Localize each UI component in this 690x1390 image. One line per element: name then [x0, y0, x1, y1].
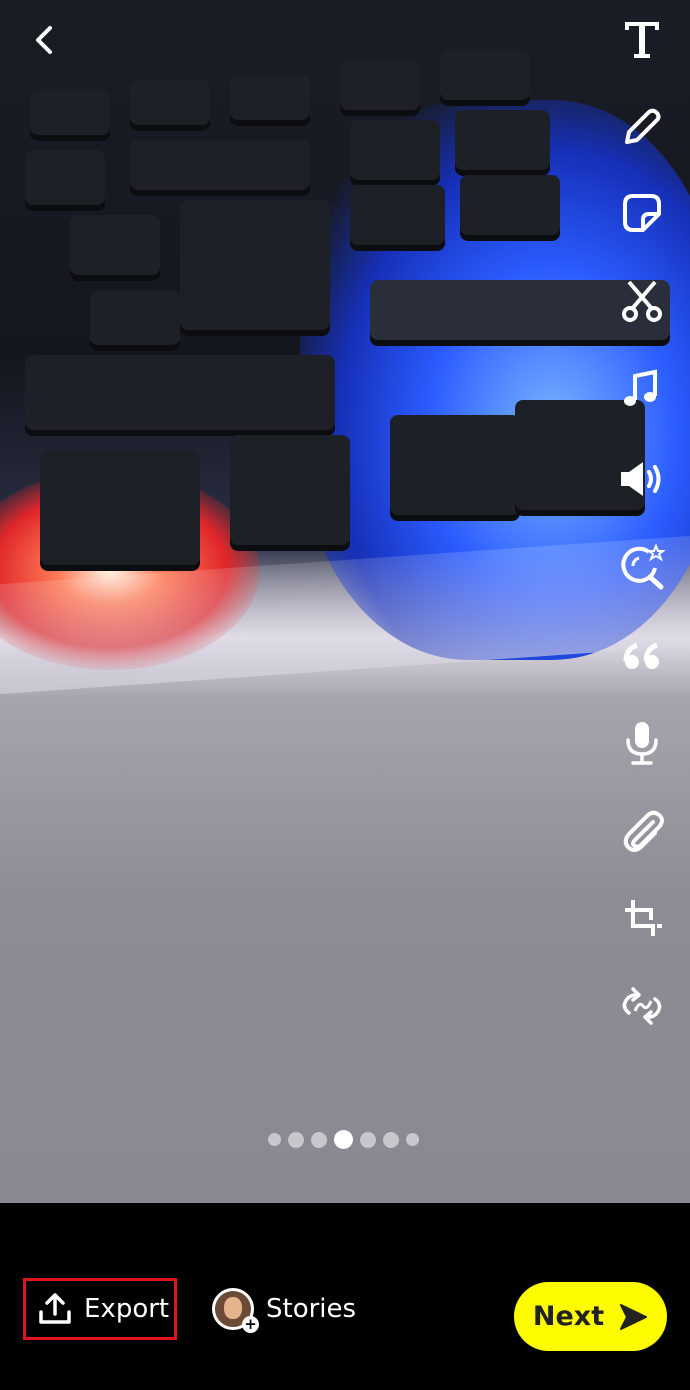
music-tool-button[interactable]: [612, 364, 672, 414]
plus-icon: +: [242, 1316, 259, 1333]
page-dot[interactable]: [268, 1133, 281, 1146]
page-indicator: [268, 1130, 419, 1149]
photo-key: [180, 200, 330, 330]
bitmoji-face: [224, 1297, 242, 1319]
lens-search-star-icon: [621, 544, 665, 590]
photo-key: [350, 120, 440, 180]
photo-key: [455, 110, 550, 170]
voice-tool-button[interactable]: [612, 718, 672, 768]
quote-icon: [623, 642, 659, 669]
attach-tool-button[interactable]: [612, 806, 672, 856]
lens-tool-button[interactable]: [612, 542, 672, 592]
photo-key: [90, 290, 180, 345]
sticker-tool-button[interactable]: [612, 188, 672, 238]
photo-key: [130, 80, 210, 125]
crop-tool-button[interactable]: [612, 894, 672, 944]
page-dot[interactable]: [311, 1131, 327, 1148]
photo-key: [25, 150, 105, 205]
loop-tool-button[interactable]: [612, 981, 672, 1031]
photo-key: [70, 215, 160, 275]
microphone-icon: [626, 722, 658, 765]
send-arrow-icon: [620, 1303, 648, 1330]
avatar: +: [212, 1288, 259, 1333]
upload-icon: [39, 1293, 71, 1324]
text-tool-button[interactable]: [612, 14, 672, 64]
stories-label: Stories: [266, 1294, 357, 1324]
next-label: Next: [532, 1301, 605, 1332]
chevron-left-icon: [36, 26, 52, 54]
loop-icon: [622, 987, 662, 1025]
photo-key: [390, 415, 520, 515]
sound-tool-button[interactable]: [612, 454, 672, 504]
page-dot[interactable]: [288, 1131, 304, 1148]
crop-icon: [625, 900, 662, 936]
pencil-icon: [625, 108, 661, 144]
photo-key: [230, 75, 310, 120]
page-dot[interactable]: [383, 1131, 399, 1148]
text-icon: [625, 22, 659, 58]
photo-key: [30, 90, 110, 135]
export-label: Export: [84, 1294, 170, 1324]
snap-photo-preview: [0, 0, 690, 1203]
photo-key: [25, 355, 335, 430]
scissors-tool-button[interactable]: [612, 276, 672, 326]
page-dot-active[interactable]: [334, 1130, 353, 1149]
photo-key: [460, 175, 560, 235]
photo-key: [130, 140, 310, 190]
sticker-icon: [623, 194, 661, 232]
photo-key: [340, 60, 420, 110]
photo-key: [440, 50, 530, 100]
quote-tool-button[interactable]: [612, 631, 672, 681]
photo-key: [350, 185, 445, 245]
back-button[interactable]: [26, 20, 66, 60]
draw-tool-button[interactable]: [612, 102, 672, 152]
paperclip-icon: [623, 810, 664, 852]
page-dot[interactable]: [406, 1133, 419, 1146]
export-button[interactable]: Export: [23, 1278, 177, 1340]
music-note-icon: [624, 369, 657, 406]
page-dot[interactable]: [360, 1131, 376, 1148]
scissors-icon: [622, 280, 662, 322]
photo-key: [40, 450, 200, 565]
speaker-icon: [621, 462, 661, 496]
photo-key: [230, 435, 350, 545]
stories-button[interactable]: + Stories: [212, 1288, 357, 1333]
next-button[interactable]: Next: [514, 1282, 667, 1351]
